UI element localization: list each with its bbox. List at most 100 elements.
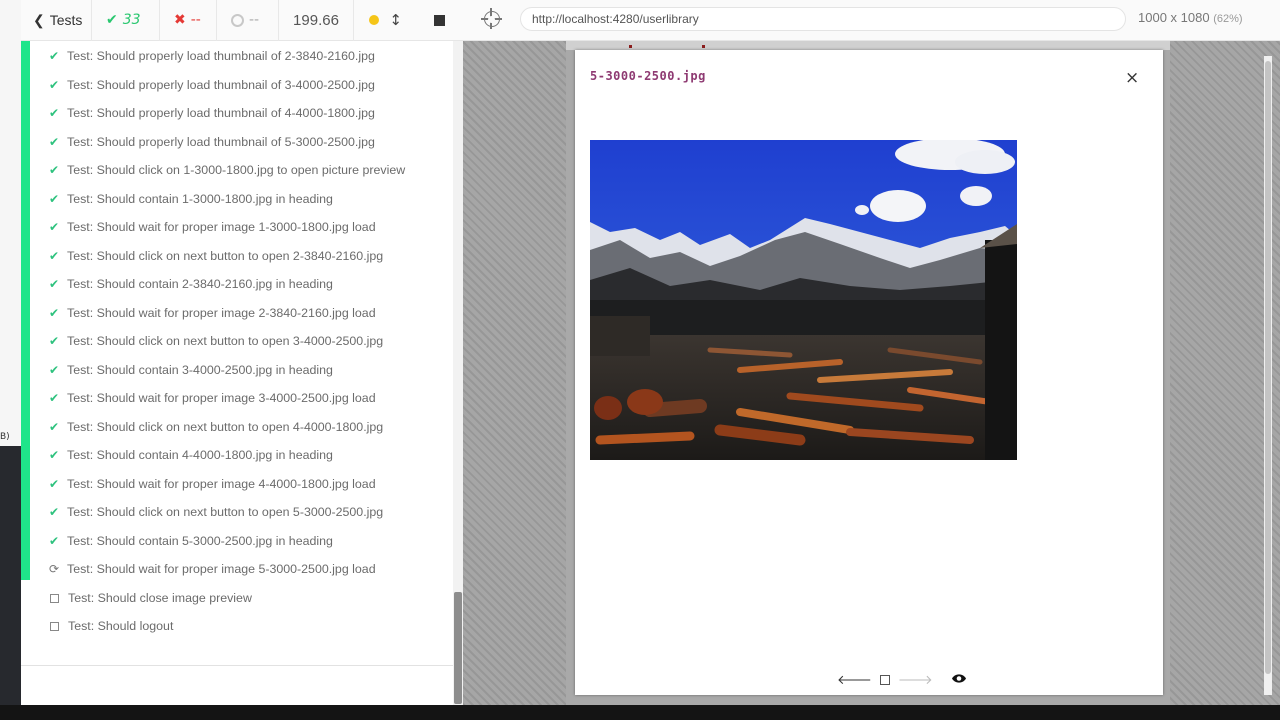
check-icon: ✔ xyxy=(49,191,60,206)
test-title: Test: Should properly load thumbnail of … xyxy=(67,106,375,120)
test-item[interactable]: ✔ Test: Should contain 4-4000-1800.jpg in… xyxy=(49,447,449,464)
test-title: Test: Should logout xyxy=(68,619,174,633)
viewport-info: 1000 x 1080 (62%) xyxy=(1138,10,1243,25)
check-icon: ✔ xyxy=(49,533,60,548)
failed-count: -- xyxy=(190,12,201,28)
test-item[interactable]: Test: Should logout xyxy=(49,618,449,635)
pending-ring-icon xyxy=(231,13,244,27)
reporter-scrollbar-thumb[interactable] xyxy=(454,592,462,704)
preview-navigation: 🡐 🡒 xyxy=(837,672,967,688)
check-icon: ✔ xyxy=(49,220,60,234)
test-reporter: ❮ Tests ✔ 33 ✖ -- -- 199.66 ↕ ✔ Test: Sh… xyxy=(21,0,463,705)
test-title: Test: Should contain 5-3000-2500.jpg in … xyxy=(67,533,333,548)
app-iframe: 5-3000-2500.jpg × 🡐 🡒 xyxy=(566,41,1272,705)
test-item[interactable]: ✔ Test: Should properly load thumbnail of… xyxy=(49,77,449,94)
test-title: Test: Should click on next button to ope… xyxy=(67,248,384,263)
check-icon: ✔ xyxy=(49,248,60,263)
test-title: Test: Should wait for proper image 4-400… xyxy=(67,476,376,491)
test-item[interactable]: ✔ Test: Should click on next button to op… xyxy=(49,333,449,350)
test-list: ✔ Test: Should properly load thumbnail of… xyxy=(49,48,449,647)
test-item[interactable]: ⟳ Test: Should wait for proper image 5-30… xyxy=(49,561,449,578)
check-icon: ✔ xyxy=(49,419,60,434)
test-title: Test: Should wait for proper image 3-400… xyxy=(67,391,376,405)
test-item[interactable]: ✔ Test: Should properly load thumbnail of… xyxy=(49,134,449,151)
test-item[interactable]: ✔ Test: Should click on next button to op… xyxy=(49,419,449,436)
preview-title: 5-3000-2500.jpg xyxy=(590,69,706,83)
left-strip-tag: B) xyxy=(0,432,10,442)
reporter-footer-divider xyxy=(21,665,453,666)
failed-stat[interactable]: ✖ -- xyxy=(160,0,217,41)
test-title: Test: Should contain 3-4000-2500.jpg in … xyxy=(67,362,333,377)
aut-header: http://localhost:4280/userlibrary 1000 x… xyxy=(463,0,1280,41)
test-title: Test: Should properly load thumbnail of … xyxy=(67,49,375,63)
test-item[interactable]: ✔ Test: Should click on 1-3000-1800.jpg t… xyxy=(49,162,449,179)
test-item[interactable]: ✔ Test: Should click on next button to op… xyxy=(49,504,449,521)
stop-button[interactable] xyxy=(434,14,445,26)
next-arrow-icon[interactable]: 🡒 xyxy=(898,672,933,688)
test-title: Test: Should properly load thumbnail of … xyxy=(67,134,375,149)
left-strip-dark-panel xyxy=(0,446,21,705)
test-title: Test: Should click on 1-3000-1800.jpg to… xyxy=(67,163,406,177)
previous-arrow-icon[interactable]: 🡐 xyxy=(837,672,872,688)
back-to-tests-button[interactable]: ❮ Tests xyxy=(21,0,92,41)
test-item[interactable]: ✔ Test: Should wait for proper image 3-40… xyxy=(49,390,449,407)
eye-icon[interactable] xyxy=(951,673,967,688)
app-topbar xyxy=(566,41,1170,50)
test-title: Test: Should contain 4-4000-1800.jpg in … xyxy=(67,448,333,462)
cross-icon: ✖ xyxy=(174,12,186,28)
test-title: Test: Should wait for proper image 2-384… xyxy=(67,305,376,320)
test-item[interactable]: Test: Should close image preview xyxy=(49,590,449,607)
test-title: Test: Should click on next button to ope… xyxy=(67,334,384,348)
check-icon: ✔ xyxy=(49,391,60,405)
test-title: Test: Should properly load thumbnail of … xyxy=(67,77,375,92)
close-preview-button[interactable]: × xyxy=(1125,68,1139,88)
passed-stat[interactable]: ✔ 33 xyxy=(92,0,160,41)
topbar-marker xyxy=(629,45,632,48)
fullscreen-icon[interactable] xyxy=(879,675,890,685)
check-icon: ✔ xyxy=(49,163,60,177)
check-icon: ✔ xyxy=(49,106,60,120)
check-icon: ✔ xyxy=(49,448,60,462)
test-item[interactable]: ✔ Test: Should properly load thumbnail of… xyxy=(49,48,449,65)
test-item[interactable]: ✔ Test: Should contain 2-3840-2160.jpg in… xyxy=(49,276,449,293)
test-item[interactable]: ✔ Test: Should contain 1-3000-1800.jpg in… xyxy=(49,191,449,208)
test-title: Test: Should wait for proper image 1-300… xyxy=(67,220,376,234)
url-bar[interactable]: http://localhost:4280/userlibrary xyxy=(520,7,1126,31)
chevron-left-icon: ❮ xyxy=(33,11,45,28)
check-icon: ✔ xyxy=(49,505,60,519)
reporter-controls: ↕ xyxy=(354,0,463,41)
image-preview-modal: 5-3000-2500.jpg × 🡐 🡒 xyxy=(575,50,1163,695)
check-icon: ✔ xyxy=(49,277,60,291)
test-item[interactable]: ✔ Test: Should wait for proper image 1-30… xyxy=(49,219,449,236)
check-icon: ✔ xyxy=(49,476,60,491)
pending-stat[interactable]: -- xyxy=(217,0,279,41)
test-title: Test: Should wait for proper image 5-300… xyxy=(67,562,376,576)
test-item[interactable]: ✔ Test: Should click on next button to op… xyxy=(49,248,449,265)
test-title: Test: Should click on next button to ope… xyxy=(67,419,384,434)
test-title: Test: Should click on next button to ope… xyxy=(67,505,384,519)
check-icon: ✔ xyxy=(49,305,60,320)
left-editor-strip: B) xyxy=(0,0,21,705)
test-item[interactable]: ✔ Test: Should contain 3-4000-2500.jpg in… xyxy=(49,362,449,379)
test-item[interactable]: ✔ Test: Should properly load thumbnail of… xyxy=(49,105,449,122)
pending-count: -- xyxy=(249,12,260,28)
check-icon: ✔ xyxy=(49,362,60,377)
auto-scroll-toggle-icon[interactable]: ↕ xyxy=(389,11,402,29)
status-dot-icon xyxy=(369,15,380,25)
test-title: Test: Should contain 2-3840-2160.jpg in … xyxy=(67,277,333,291)
viewport-size: 1000 x 1080 xyxy=(1138,10,1210,25)
modal-scrollbar-thumb[interactable] xyxy=(1265,61,1271,674)
test-item[interactable]: ✔ Test: Should wait for proper image 4-40… xyxy=(49,476,449,493)
check-icon: ✔ xyxy=(49,77,60,92)
pending-checkbox-icon xyxy=(50,622,59,631)
test-list-panel: ✔ Test: Should properly load thumbnail of… xyxy=(21,41,463,705)
check-icon: ✔ xyxy=(49,134,60,149)
spinner-icon: ⟳ xyxy=(49,562,60,576)
suite-status-bar xyxy=(21,41,30,580)
test-item[interactable]: ✔ Test: Should contain 5-3000-2500.jpg in… xyxy=(49,533,449,550)
topbar-marker xyxy=(702,45,705,48)
duration: 199.66 xyxy=(279,0,354,41)
app-window: B) ❮ Tests ✔ 33 ✖ -- -- 199.66 ↕ ✔ Test:… xyxy=(0,0,1280,720)
test-item[interactable]: ✔ Test: Should wait for proper image 2-38… xyxy=(49,305,449,322)
selector-playground-crosshair-icon[interactable] xyxy=(481,8,502,29)
